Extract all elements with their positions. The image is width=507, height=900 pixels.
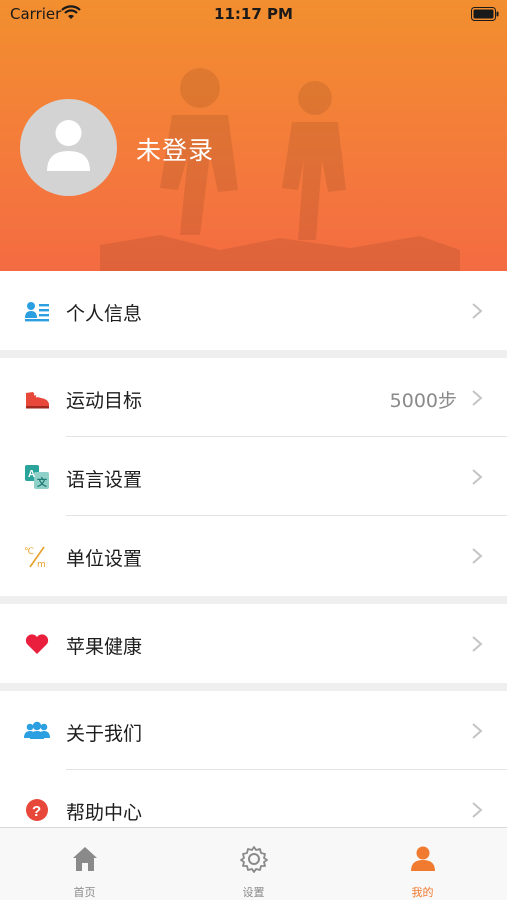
tab-mine[interactable]: 我的	[338, 828, 507, 900]
status-bar: Carrier 11:17 PM	[0, 0, 507, 30]
section-about: 关于我们 ? 帮助中心	[0, 691, 507, 827]
tab-settings[interactable]: 设置	[169, 828, 338, 900]
menu-item-label: 关于我们	[66, 723, 143, 745]
profile-header: Carrier 11:17 PM 未登录	[0, 0, 507, 271]
menu-item-label: 单位设置	[66, 548, 143, 570]
user-icon	[411, 846, 435, 871]
user-avatar-icon	[47, 120, 90, 171]
menu-item-unit[interactable]: ℃ m 单位设置	[0, 516, 507, 595]
section-settings: 运动目标 5000步 A 文 语言设置 ℃ m 单位设置	[0, 358, 507, 596]
menu-item-sport-goal[interactable]: 运动目标 5000步	[0, 358, 507, 437]
menu-item-label: 帮助中心	[66, 802, 143, 824]
chevron-right-icon	[472, 469, 483, 485]
svg-text:℃: ℃	[24, 547, 34, 557]
svg-text:m: m	[37, 560, 46, 569]
tab-home[interactable]: 首页	[0, 828, 169, 900]
menu-item-apple-health[interactable]: 苹果健康	[0, 604, 507, 683]
avatar[interactable]	[20, 99, 117, 196]
menu-item-label: 苹果健康	[66, 636, 143, 658]
tab-label: 设置	[242, 886, 265, 899]
tab-label: 我的	[411, 886, 434, 899]
svg-text:文: 文	[37, 476, 48, 489]
svg-text:A: A	[28, 469, 35, 480]
tab-bar: 首页 设置 我的	[0, 827, 507, 900]
svg-text:?: ?	[32, 803, 41, 820]
home-icon	[73, 847, 97, 871]
battery-icon	[471, 7, 499, 21]
chevron-right-icon	[472, 802, 483, 818]
menu-item-label: 运动目标	[66, 390, 143, 412]
id-card-icon	[25, 302, 49, 322]
menu-item-help-center[interactable]: ? 帮助中心	[0, 770, 507, 827]
chevron-right-icon	[472, 303, 483, 319]
translate-icon: A 文	[25, 465, 49, 489]
section-health: 苹果健康	[0, 604, 507, 683]
group-icon	[24, 721, 50, 739]
heart-icon	[25, 634, 49, 654]
chevron-right-icon	[472, 548, 483, 564]
chevron-right-icon	[472, 723, 483, 739]
tab-label: 首页	[73, 886, 96, 899]
status-time: 11:17 PM	[214, 5, 293, 23]
menu-item-personal-info[interactable]: 个人信息	[0, 271, 507, 350]
menu-item-about-us[interactable]: 关于我们	[0, 691, 507, 770]
section-profile: 个人信息	[0, 271, 507, 350]
gear-icon	[240, 846, 268, 873]
chevron-right-icon	[472, 390, 483, 406]
login-status-label[interactable]: 未登录	[136, 131, 214, 167]
running-shoe-icon	[26, 392, 49, 409]
help-question-icon: ?	[26, 799, 48, 821]
step-goal-value: 5000步	[389, 390, 457, 412]
menu-item-label: 个人信息	[66, 303, 143, 325]
unit-conversion-icon: ℃ m	[24, 546, 46, 569]
profile-screen: Carrier 11:17 PM 未登录 个人信息 运动目标 5000步 A 文…	[0, 0, 507, 900]
chevron-right-icon	[472, 636, 483, 652]
menu-item-label: 语言设置	[66, 469, 143, 491]
menu-item-language[interactable]: A 文 语言设置	[0, 437, 507, 516]
